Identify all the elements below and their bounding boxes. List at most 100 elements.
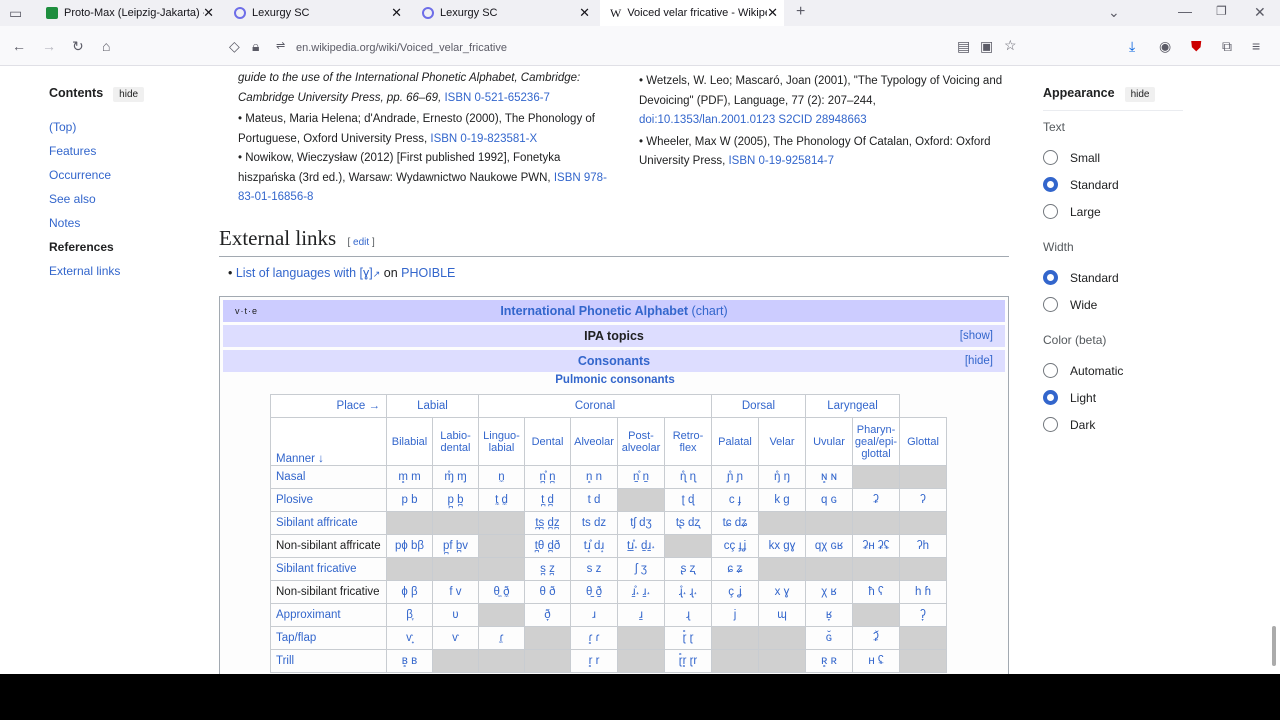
ipa-link[interactable]: International Phonetic Alphabet <box>500 304 688 318</box>
ipa-cell[interactable]: ⱱ̟ <box>386 626 433 650</box>
scrollbar[interactable] <box>1272 626 1276 666</box>
radio-color-dark[interactable]: Dark <box>1043 417 1095 432</box>
ipa-cell[interactable]: t̪ d̪ <box>524 488 571 512</box>
ipa-cell[interactable]: t̠ɹ̠̊˔ d̠ɹ̠˔ <box>617 534 665 558</box>
manner-header[interactable]: Manner ↓ <box>270 417 387 466</box>
isbn-link[interactable]: ISBN 0-521-65236-7 <box>444 92 549 104</box>
isbn-link[interactable]: ISBN 0-19-925814-7 <box>728 155 833 167</box>
browser-tab-3[interactable]: Lexurgy SC ✕ <box>412 0 596 26</box>
ipa-cell[interactable]: ʁ̞ <box>805 603 853 627</box>
ipa-cell[interactable]: n̥ n <box>570 465 618 489</box>
toc-item-see-also[interactable]: See also <box>49 192 96 206</box>
browser-tab-1[interactable]: Proto-Max (Leipzig-Jakarta) - G ✕ <box>36 0 220 26</box>
ipa-cell[interactable]: ʋ <box>432 603 479 627</box>
ipa-cell[interactable]: ɽ̊ ɽ <box>664 626 712 650</box>
ipa-cell[interactable]: t d <box>570 488 618 512</box>
ipa-cell[interactable]: tɕ dʑ <box>711 511 759 535</box>
ipa-cell[interactable]: c ɟ <box>711 488 759 512</box>
ipa-cell[interactable]: ts dz <box>570 511 618 535</box>
group-labial[interactable]: Labial <box>386 394 479 418</box>
ipa-cell[interactable]: ʂ ʐ <box>664 557 712 581</box>
ipa-cell[interactable]: ɰ <box>758 603 806 627</box>
ipa-cell[interactable]: ç ʝ <box>711 580 759 604</box>
ipa-cell[interactable]: ʔ̞ <box>899 603 947 627</box>
toc-item-references[interactable]: References <box>49 240 114 254</box>
ipa-cell[interactable]: ɢ̆ <box>805 626 853 650</box>
ipa-cell[interactable]: ʃ ʒ <box>617 557 665 581</box>
hide-button[interactable]: [hide] <box>965 350 993 372</box>
ipa-cell[interactable]: ɹ̠̊˔ ɹ̠˔ <box>617 580 665 604</box>
browser-tab-4[interactable]: W Voiced velar fricative - Wikipedi ✕ <box>600 0 784 26</box>
ipa-cell[interactable]: ⱱ <box>432 626 479 650</box>
ipa-cell[interactable]: cç ɟʝ <box>711 534 759 558</box>
radio-width-standard[interactable]: Standard <box>1043 270 1119 285</box>
ipa-cell[interactable]: t̼ d̼ <box>478 488 525 512</box>
consonants-link[interactable]: Consonants <box>578 354 650 368</box>
ipa-cell[interactable]: ɻ̊˔ ɻ˔ <box>664 580 712 604</box>
ipa-cell[interactable]: ɽ̊r̥ ɽr <box>664 649 712 673</box>
ipa-cell[interactable]: θ̼ ð̼ <box>478 580 525 604</box>
ipa-cell[interactable]: tɹ̝̊ dɹ̝ <box>570 534 618 558</box>
chart-link[interactable]: (chart) <box>692 304 728 318</box>
toc-item-external-links[interactable]: External links <box>49 264 120 278</box>
ipa-cell[interactable]: ɹ <box>570 603 618 627</box>
manner-label[interactable]: Tap/flap <box>270 626 387 650</box>
close-tab-icon[interactable]: ✕ <box>579 5 590 21</box>
toc-item-top[interactable]: (Top) <box>49 120 76 134</box>
ipa-cell[interactable]: qχ ɢʁ <box>805 534 853 558</box>
radio-color-light[interactable]: Light <box>1043 390 1096 405</box>
vte-links[interactable]: v·t·e <box>235 300 258 322</box>
ipa-cell[interactable]: tʃ dʒ <box>617 511 665 535</box>
new-tab-icon[interactable]: + <box>796 3 805 21</box>
minimize-icon[interactable]: — <box>1178 3 1192 19</box>
ipa-cell[interactable]: θ̠ ð̠ <box>570 580 618 604</box>
isbn-link[interactable]: ISBN 0-19-823581-X <box>430 133 537 145</box>
home-icon[interactable]: ⌂ <box>102 38 110 54</box>
ipa-cell[interactable]: ʔ <box>899 488 947 512</box>
ipa-cell[interactable]: r̥ r <box>570 649 618 673</box>
show-button[interactable]: [show] <box>960 325 993 347</box>
save-page-icon[interactable]: ▣ <box>980 38 993 55</box>
column-header[interactable]: Velar <box>758 417 806 466</box>
column-header[interactable]: Glottal <box>899 417 947 466</box>
chevron-down-icon[interactable]: ⌄ <box>1108 4 1120 21</box>
ipa-cell[interactable]: ɾ̼ <box>478 626 525 650</box>
column-header[interactable]: Labio-dental <box>432 417 479 466</box>
ipa-cell[interactable]: p̪ b̪ <box>432 488 479 512</box>
manner-label[interactable]: Trill <box>270 649 387 673</box>
ipa-cell[interactable]: q ɢ <box>805 488 853 512</box>
radio-text-standard[interactable]: Standard <box>1043 177 1119 192</box>
languages-list-link[interactable]: List of languages with [ɣ] <box>236 266 373 280</box>
download-icon[interactable]: ⤓ <box>1129 38 1135 55</box>
extensions-icon[interactable]: ⧉ <box>1222 38 1232 55</box>
ipa-cell[interactable]: p b <box>386 488 433 512</box>
ipa-cell[interactable]: kx ɡɣ <box>758 534 806 558</box>
radio-text-small[interactable]: Small <box>1043 150 1100 165</box>
ipa-cell[interactable]: pɸ bβ <box>386 534 433 558</box>
column-header[interactable]: Retro-flex <box>664 417 712 466</box>
phoible-link[interactable]: PHOIBLE <box>401 266 455 280</box>
permissions-icon[interactable]: ⇌ <box>276 39 285 52</box>
column-header[interactable]: Palatal <box>711 417 759 466</box>
ipa-cell[interactable]: ʔh <box>899 534 947 558</box>
ipa-cell[interactable]: tʂ dʐ <box>664 511 712 535</box>
manner-label[interactable]: Nasal <box>270 465 387 489</box>
ipa-cell[interactable]: f v <box>432 580 479 604</box>
menu-icon[interactable]: ≡ <box>1252 38 1260 54</box>
ipa-cell[interactable]: ð̞ <box>524 603 571 627</box>
column-header[interactable]: Linguo-labial <box>478 417 525 466</box>
ipa-cell[interactable]: ʡʜ ʡʢ <box>852 534 900 558</box>
ipa-cell[interactable]: ʡ <box>852 488 900 512</box>
ipa-cell[interactable]: s̪ z̪ <box>524 557 571 581</box>
lock-icon[interactable]: 🔒︎ <box>252 38 259 55</box>
ipa-cell[interactable]: j <box>711 603 759 627</box>
ipa-cell[interactable]: s z <box>570 557 618 581</box>
ipa-cell[interactable]: χ ʁ <box>805 580 853 604</box>
ipa-cell[interactable]: x ɣ <box>758 580 806 604</box>
ipa-cell[interactable]: k ɡ <box>758 488 806 512</box>
group-coronal[interactable]: Coronal <box>478 394 712 418</box>
column-header[interactable]: Alveolar <box>570 417 618 466</box>
close-window-icon[interactable]: ✕ <box>1254 4 1266 21</box>
ipa-cell[interactable]: ɻ <box>664 603 712 627</box>
ipa-cell[interactable]: ɹ̠ <box>617 603 665 627</box>
